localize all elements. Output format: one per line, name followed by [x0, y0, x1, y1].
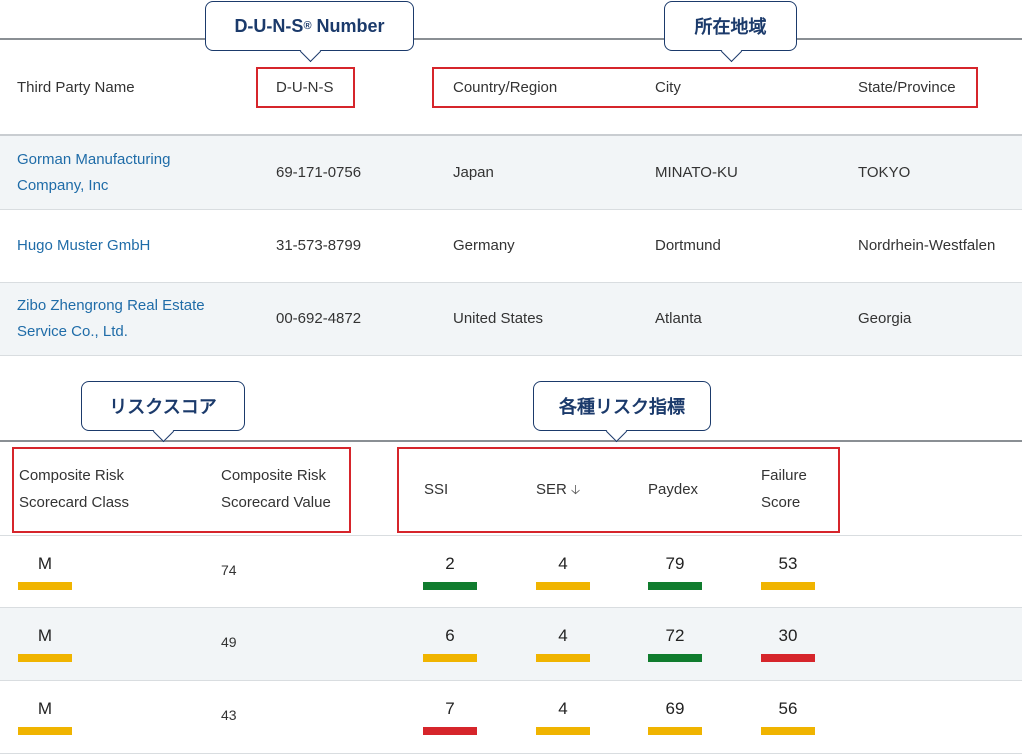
ser-indicator-bar	[536, 582, 590, 590]
paydex-score: 72	[665, 626, 685, 645]
risk-class-value: M	[37, 699, 53, 718]
duns-value: 31-573-8799	[276, 237, 362, 254]
state-value: TOKYO	[858, 164, 911, 181]
risk-score-callout-label: リスクスコア	[109, 397, 217, 417]
ser-indicator-bar	[536, 654, 590, 662]
table-row	[0, 681, 1022, 754]
table2-top-border	[0, 440, 1022, 442]
city-value: Atlanta	[655, 310, 702, 327]
failure-score: 53	[778, 554, 798, 573]
region-callout-label: 所在地域	[694, 17, 767, 37]
failure-score: 56	[778, 699, 798, 718]
table-row	[0, 536, 1022, 608]
risk-indicators-callout: 各種リスク指標	[533, 381, 711, 443]
risk-class-value: M	[37, 626, 53, 645]
paydex-indicator-bar	[648, 727, 702, 735]
risk-class-value: M	[37, 554, 53, 573]
third-party-name-link[interactable]: Hugo Muster GmbH	[17, 233, 150, 259]
ssi-indicator-bar	[423, 654, 477, 662]
risk-score-value: 49	[221, 634, 237, 650]
country-value: Japan	[453, 164, 494, 181]
city-value: Dortmund	[655, 237, 721, 254]
table1-top-border	[0, 38, 1022, 40]
ser-score: 4	[558, 554, 568, 573]
ssi-indicator-bar	[423, 582, 477, 590]
ssi-score: 6	[445, 626, 455, 645]
duns-callout-suffix: Number	[311, 15, 385, 36]
duns-header-highlight	[256, 67, 355, 108]
registered-mark: ®	[303, 20, 312, 32]
table-row	[0, 608, 1022, 681]
duns-number-callout: D-U-N-S ® Number	[205, 1, 414, 63]
region-callout: 所在地域	[664, 1, 797, 63]
ser-score: 4	[558, 699, 568, 718]
risk-indicators-callout-label: 各種リスク指標	[559, 397, 685, 417]
paydex-score: 69	[665, 699, 685, 718]
risk-score-value: 43	[221, 707, 237, 723]
duns-callout-label: D-U-N-S	[234, 15, 304, 36]
risk-indicators-header-highlight	[397, 447, 840, 533]
risk-class-bar	[18, 654, 72, 662]
city-value: MINATO-KU	[655, 164, 738, 181]
state-value: Georgia	[858, 310, 912, 327]
region-header-highlight	[432, 67, 978, 108]
risk-score-callout: リスクスコア	[81, 381, 245, 443]
risk-score-value: 74	[221, 562, 237, 578]
row-divider	[0, 355, 1022, 356]
third-party-name-link[interactable]: Gorman Manufacturing Company, Inc	[17, 147, 170, 199]
failure-score: 30	[778, 626, 798, 645]
ser-score: 4	[558, 626, 568, 645]
risk-class-bar	[18, 727, 72, 735]
duns-value: 00-692-4872	[276, 310, 362, 327]
ssi-score: 2	[445, 554, 455, 573]
failure-indicator-bar	[761, 582, 815, 590]
third-party-name-link[interactable]: Zibo Zhengrong Real Estate Service Co., L…	[17, 293, 205, 345]
country-value: Germany	[453, 237, 515, 254]
paydex-indicator-bar	[648, 654, 702, 662]
country-value: United States	[453, 310, 544, 327]
ssi-indicator-bar	[423, 727, 477, 735]
state-value: Nordrhein-Westfalen	[858, 237, 996, 254]
ser-indicator-bar	[536, 727, 590, 735]
failure-indicator-bar	[761, 654, 815, 662]
failure-indicator-bar	[761, 727, 815, 735]
risk-class-bar	[18, 582, 72, 590]
ssi-score: 7	[445, 699, 455, 718]
paydex-indicator-bar	[648, 582, 702, 590]
risk-score-header-highlight	[12, 447, 351, 533]
duns-value: 69-171-0756	[276, 164, 362, 181]
paydex-score: 79	[665, 554, 685, 573]
header-third-party-name[interactable]: Third Party Name	[17, 74, 135, 101]
